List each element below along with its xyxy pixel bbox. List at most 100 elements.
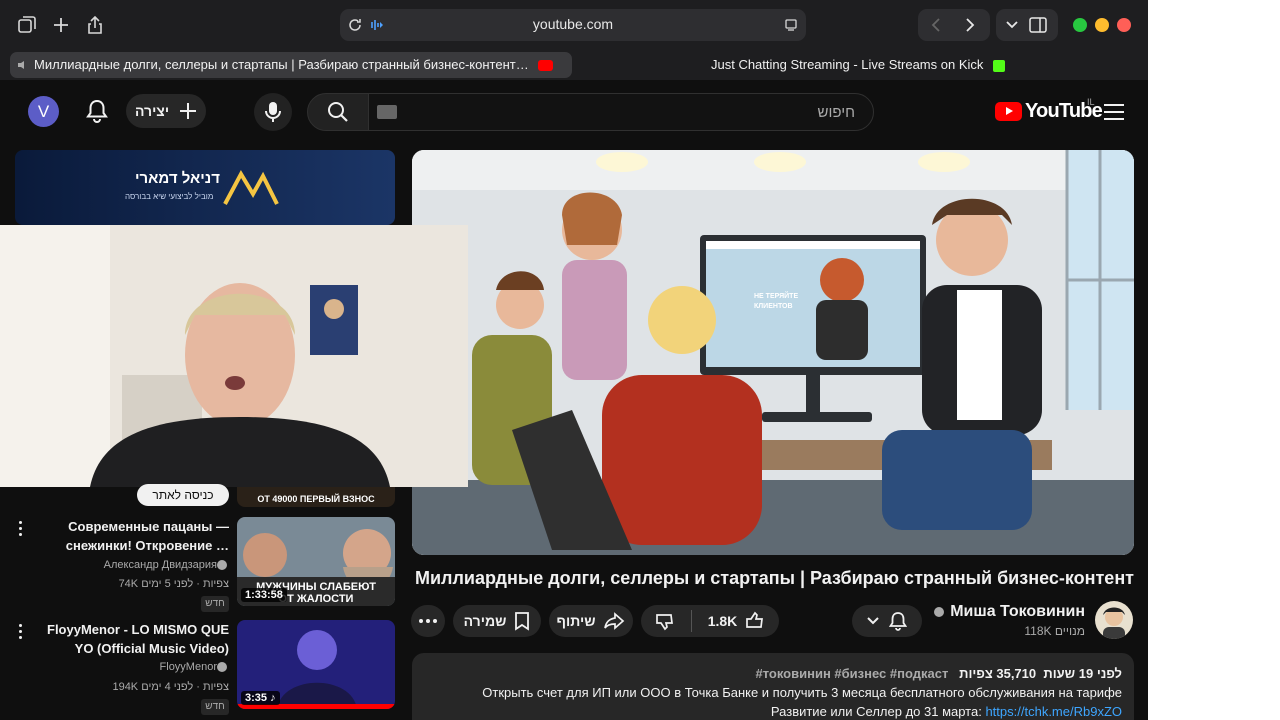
description-stats: #токовинин #бизнес #подкаст לפני 19 שעות… bbox=[755, 666, 1122, 681]
create-button[interactable]: יצירה bbox=[126, 94, 206, 128]
channel-name-text: Миша Токовинин bbox=[950, 603, 1085, 620]
like-count[interactable]: 1.8K bbox=[708, 613, 738, 629]
search-icon bbox=[328, 102, 348, 122]
description-link[interactable]: https://tchk.me/Rb9xZO bbox=[985, 704, 1122, 719]
like-icon[interactable] bbox=[745, 611, 765, 631]
country-code: IL bbox=[1087, 97, 1095, 107]
reader-icon[interactable] bbox=[784, 18, 798, 32]
plus-icon bbox=[180, 103, 197, 119]
bookmark-icon bbox=[515, 612, 530, 631]
youtube-favicon-icon bbox=[538, 60, 554, 72]
channel-avatar-illustration bbox=[1103, 607, 1125, 639]
new-tab-icon[interactable] bbox=[47, 11, 75, 39]
subscriber-count: 118K מנויים bbox=[1024, 624, 1085, 638]
save-label: שמירה bbox=[463, 613, 507, 629]
video-player[interactable]: НЕ ТЕРЯЙТЕ КЛИЕНТОВ bbox=[412, 150, 1134, 555]
more-horizontal-icon bbox=[419, 619, 437, 623]
svg-text:ОТ ЖАЛОСТИ: ОТ ЖАЛОСТИ bbox=[279, 593, 354, 605]
more-vertical-icon[interactable] bbox=[19, 521, 25, 539]
music-note-icon: ♪ bbox=[270, 692, 276, 704]
duration-text: 3:35 bbox=[245, 692, 268, 704]
sidebar-buttons bbox=[996, 9, 1058, 41]
browser-window: youtube.com Миллиардные долги, селлеры и… bbox=[0, 0, 1148, 720]
description-line-1: Открыть счет для ИП или ООО в Точка Банк… bbox=[482, 685, 1122, 700]
save-button[interactable]: שמירה bbox=[453, 605, 541, 637]
tab-bar: Миллиардные долги, селлеры и стартапы | … bbox=[0, 50, 1148, 80]
verified-icon bbox=[933, 606, 944, 617]
video-duration: 3:35 ♪ bbox=[241, 691, 280, 705]
svg-text:НЕ ТЕРЯЙТЕ: НЕ ТЕРЯЙТЕ bbox=[754, 291, 798, 300]
kick-favicon-icon bbox=[993, 59, 1005, 72]
ad-title: דניאל דמארי bbox=[135, 170, 220, 187]
time-ago: לפני 19 שעות bbox=[1043, 666, 1122, 681]
video-title: Миллиардные долги, селлеры и стартапы | … bbox=[414, 568, 1134, 588]
ad-subtitle: מוביל לביצועי שיא בבורסה bbox=[125, 192, 214, 201]
notifications-bell-icon[interactable] bbox=[86, 99, 108, 123]
chevron-down-icon[interactable] bbox=[1006, 21, 1018, 29]
channel-avatar[interactable] bbox=[1095, 601, 1133, 639]
channel-name[interactable]: FloyyMenor bbox=[47, 661, 229, 673]
video-thumbnail[interactable]: МУЖЧИНЫ СЛАБЕЮТ ОТ ЖАЛОСТИ 1:33:58 bbox=[237, 517, 395, 606]
verified-icon bbox=[217, 560, 227, 571]
create-label: יצירה bbox=[134, 103, 170, 119]
channel-name-text: Александр Двидзария bbox=[103, 559, 217, 571]
tab-kick[interactable]: Just Chatting Streaming - Live Streams o… bbox=[578, 52, 1138, 78]
dislike-icon[interactable] bbox=[655, 611, 675, 631]
youtube-masthead: V יצירה YouTube IL bbox=[0, 80, 1148, 142]
search-input[interactable] bbox=[409, 94, 869, 130]
account-avatar[interactable]: V bbox=[28, 96, 59, 127]
share-icon[interactable] bbox=[81, 11, 109, 39]
tab-overview-icon[interactable] bbox=[13, 11, 41, 39]
description-line-2: Развитие или Селлер до 31 марта: https:/… bbox=[771, 704, 1122, 719]
window-zoom-button[interactable] bbox=[1073, 18, 1087, 32]
recommendation-item[interactable]: 3:35 ♪ FloyyMenor - LO MISMO QUE YO (Off… bbox=[15, 620, 395, 716]
webcam-overlay bbox=[0, 225, 468, 487]
video-meta: 194K צפיות · לפני 4 ימים bbox=[112, 681, 229, 693]
desktop-edge bbox=[1148, 0, 1280, 720]
video-thumbnail[interactable]: 3:35 ♪ bbox=[237, 620, 395, 709]
channel-name-text: FloyyMenor bbox=[159, 661, 217, 673]
share-button[interactable]: שיתוף bbox=[549, 605, 633, 637]
window-minimize-button[interactable] bbox=[1095, 18, 1109, 32]
microphone-icon bbox=[265, 102, 281, 122]
address-bar[interactable]: youtube.com bbox=[340, 9, 806, 41]
back-icon[interactable] bbox=[930, 18, 942, 32]
ad-banner[interactable]: דניאל דמארי מוביל לביצועי שיא בבורסה bbox=[15, 150, 395, 225]
window-close-button[interactable] bbox=[1117, 18, 1131, 32]
search-box bbox=[368, 93, 874, 131]
recommendation-item[interactable]: МУЖЧИНЫ СЛАБЕЮТ ОТ ЖАЛОСТИ 1:33:58 Совре… bbox=[15, 517, 395, 613]
view-count: 35,710 צפיות bbox=[959, 666, 1037, 681]
visit-site-button[interactable]: כניסה לאתר bbox=[137, 484, 229, 506]
tab-title: Миллиардные долги, селлеры и стартапы | … bbox=[34, 57, 529, 72]
voice-search-button[interactable] bbox=[254, 93, 292, 131]
description-line-2-text: Развитие или Селлер до 31 марта: bbox=[770, 704, 982, 719]
subscription-notifications-button[interactable] bbox=[852, 605, 922, 637]
divider bbox=[690, 610, 692, 632]
video-frame-illustration: НЕ ТЕРЯЙТЕ КЛИЕНТОВ bbox=[412, 150, 1134, 555]
video-title[interactable]: Современные пацаны — снежинки! Откровени… bbox=[47, 517, 229, 555]
hashtags[interactable]: #токовинин #бизнес #подкаст bbox=[755, 666, 948, 681]
browser-toolbar: youtube.com bbox=[0, 0, 1148, 50]
description-box[interactable]: #токовинин #бизнес #подкаст לפני 19 שעות… bbox=[412, 653, 1134, 720]
sidebar-toggle-icon[interactable] bbox=[1029, 17, 1047, 33]
more-vertical-icon[interactable] bbox=[19, 624, 25, 642]
video-duration: 1:33:58 bbox=[241, 588, 287, 602]
youtube-logo[interactable]: YouTube bbox=[995, 100, 1103, 123]
channel-name[interactable]: Миша Токовинин bbox=[930, 603, 1085, 621]
video-meta: 74K צפיות · לפני 5 ימים bbox=[118, 578, 229, 590]
menu-icon[interactable] bbox=[1104, 104, 1124, 125]
bell-icon bbox=[889, 612, 907, 631]
search-button[interactable] bbox=[307, 93, 369, 131]
channel-name[interactable]: Александр Двидзария bbox=[47, 559, 229, 571]
new-badge: חדש bbox=[201, 596, 229, 612]
forward-icon[interactable] bbox=[964, 18, 976, 32]
video-title[interactable]: FloyyMenor - LO MISMO QUE YO (Official M… bbox=[47, 620, 229, 658]
tab-title: Just Chatting Streaming - Live Streams o… bbox=[710, 57, 984, 72]
youtube-play-icon bbox=[995, 102, 1022, 121]
keyboard-icon[interactable] bbox=[377, 105, 397, 119]
navigation-buttons bbox=[918, 9, 990, 41]
tab-youtube[interactable]: Миллиардные долги, селлеры и стартапы | … bbox=[10, 52, 572, 78]
more-actions-button[interactable] bbox=[411, 605, 445, 637]
svg-text:КЛИЕНТОВ: КЛИЕНТОВ bbox=[754, 303, 793, 310]
like-dislike-group: 1.8K bbox=[641, 605, 779, 637]
